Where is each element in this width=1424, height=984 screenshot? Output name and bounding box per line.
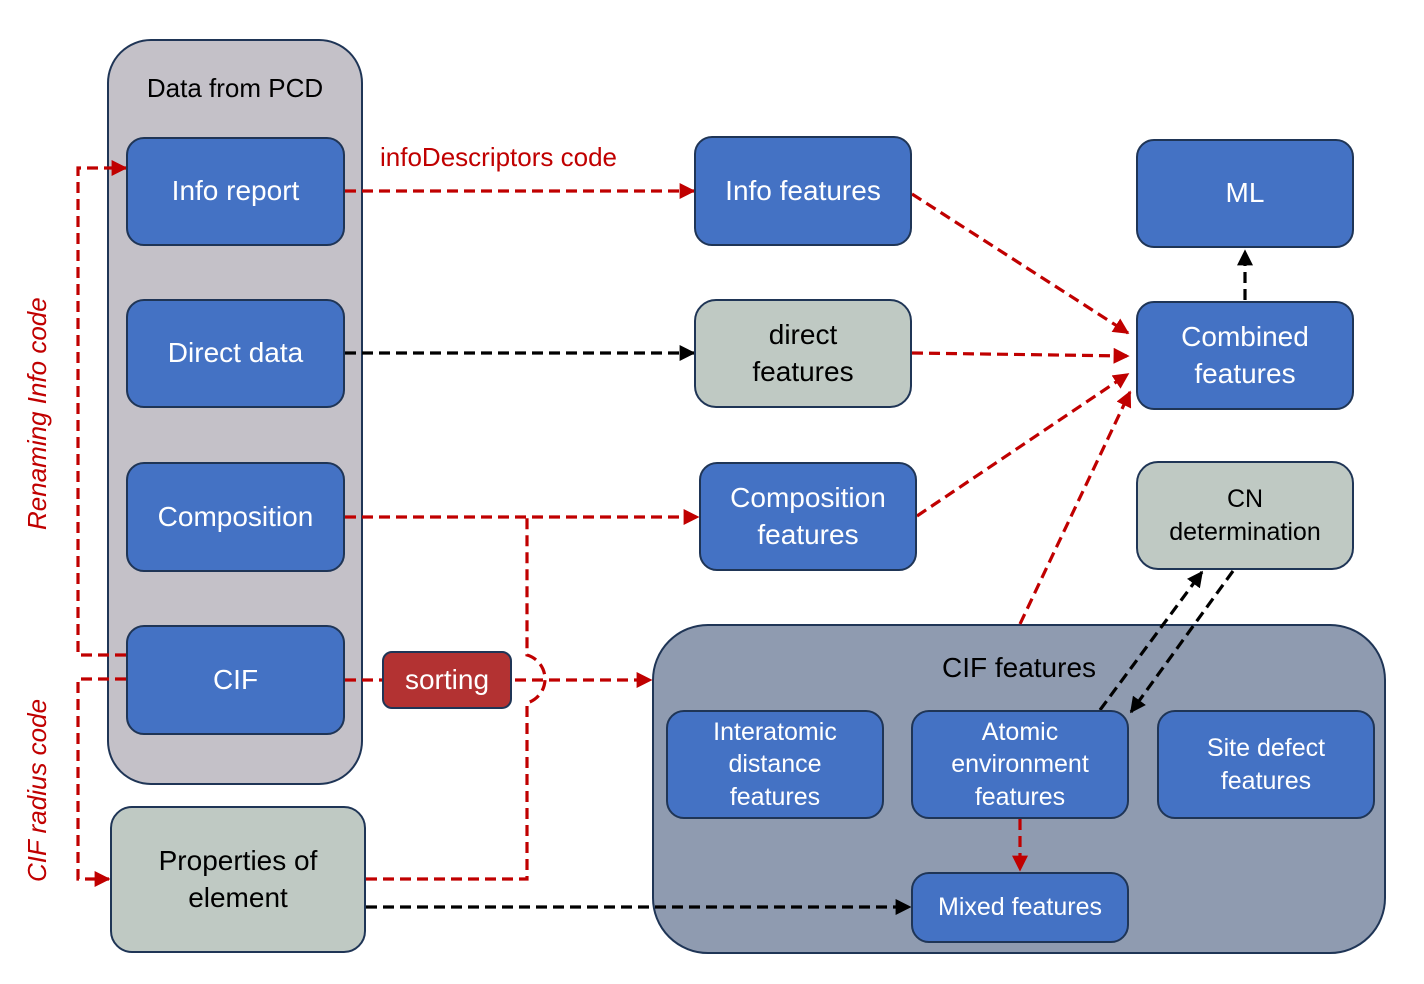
node-direct-features[interactable]: direct features bbox=[694, 299, 912, 408]
edge-cif-features-to-combined bbox=[1018, 390, 1132, 625]
node-interatomic-distance-features[interactable]: Interatomic distance features bbox=[666, 710, 884, 819]
node-info-features[interactable]: Info features bbox=[694, 136, 912, 246]
node-cif[interactable]: CIF bbox=[126, 625, 345, 735]
edge-direct-features-to-combined bbox=[911, 347, 1130, 364]
node-composition[interactable]: Composition bbox=[126, 462, 345, 572]
node-composition-features[interactable]: Composition features bbox=[699, 462, 917, 571]
node-cn-determination[interactable]: CN determination bbox=[1136, 461, 1354, 570]
edge-composition-features-to-combined bbox=[916, 372, 1130, 518]
node-combined-features[interactable]: Combined features bbox=[1136, 301, 1354, 410]
edge-label-info-descriptors-code: infoDescriptors code bbox=[380, 142, 617, 172]
group-label-cif-features: CIF features bbox=[941, 652, 1097, 683]
node-properties-of-element[interactable]: Properties of element bbox=[110, 806, 366, 953]
node-sorting[interactable]: sorting bbox=[382, 651, 512, 709]
edge-label-cif-radius-code: CIF radius code bbox=[22, 698, 52, 882]
edge-label-renaming-info-code: Renaming Info code bbox=[22, 297, 52, 530]
node-site-defect-features[interactable]: Site defect features bbox=[1157, 710, 1375, 819]
edge-info-features-to-combined bbox=[911, 192, 1130, 335]
node-atomic-environment-features[interactable]: Atomic environment features bbox=[911, 710, 1129, 819]
node-ml[interactable]: ML bbox=[1136, 139, 1354, 248]
group-label-data-from-pcd: Data from PCD bbox=[146, 73, 324, 103]
node-mixed-features[interactable]: Mixed features bbox=[911, 872, 1129, 943]
node-direct-data[interactable]: Direct data bbox=[126, 299, 345, 408]
node-info-report[interactable]: Info report bbox=[126, 137, 345, 246]
